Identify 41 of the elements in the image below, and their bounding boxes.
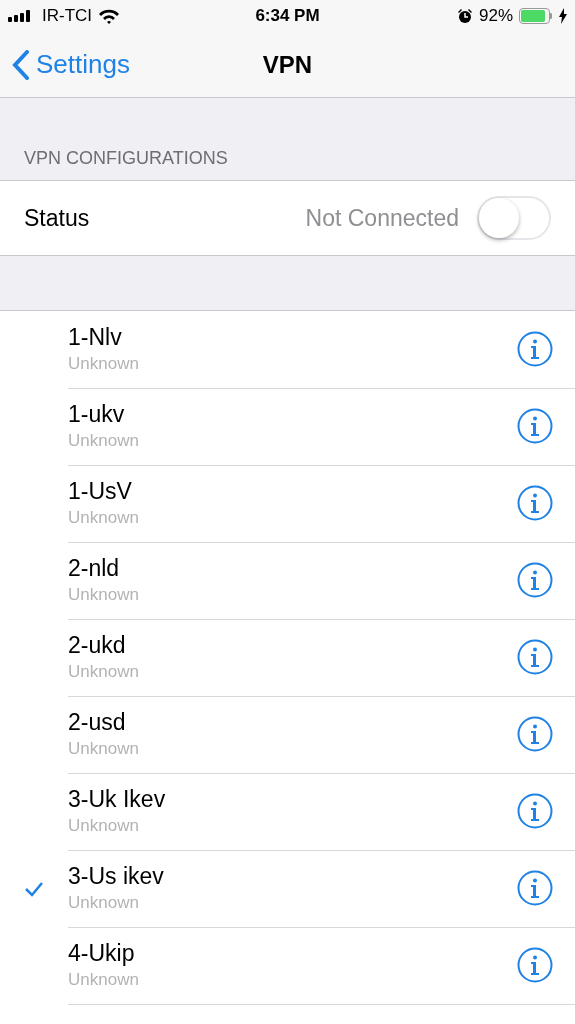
- vpn-name[interactable]: 1-Nlv: [68, 324, 517, 351]
- charging-icon: [559, 8, 567, 24]
- vpn-state: Unknown: [68, 816, 140, 836]
- info-icon[interactable]: [517, 870, 553, 906]
- vpn-state: Unknown: [68, 354, 140, 374]
- alarm-clock-icon: [456, 8, 473, 24]
- battery-percent: 92%: [478, 6, 513, 26]
- status-label: Status: [24, 204, 90, 232]
- vpn-name[interactable]: 2-usd: [68, 709, 517, 736]
- info-icon[interactable]: [517, 408, 553, 444]
- info-icon[interactable]: [517, 947, 553, 983]
- toggle-switch[interactable]: [477, 196, 551, 240]
- vpn-name[interactable]: 1-ukv: [68, 401, 517, 428]
- vpn-name[interactable]: 2-nld: [68, 555, 517, 582]
- info-icon[interactable]: [517, 793, 553, 829]
- info-icon[interactable]: [517, 562, 553, 598]
- vpn-state: Unknown: [68, 970, 140, 990]
- page-title: VPN: [262, 50, 313, 78]
- vpn-name[interactable]: 2-ukd: [68, 632, 517, 659]
- info-icon[interactable]: [517, 639, 553, 675]
- clock-time: 6:34 PM: [255, 6, 320, 26]
- back-chevron-icon: [12, 49, 30, 80]
- status-value: Not Connected: [305, 204, 459, 232]
- vpn-state: Unknown: [68, 431, 140, 451]
- info-icon[interactable]: [517, 331, 553, 367]
- vpn-state: Unknown: [68, 893, 140, 913]
- vpn-name[interactable]: 1-UsV: [68, 478, 517, 505]
- battery-icon: [519, 8, 553, 24]
- info-icon[interactable]: [517, 716, 553, 752]
- vpn-name[interactable]: 4-Ukip: [68, 940, 517, 967]
- vpn-state: Unknown: [68, 508, 140, 528]
- info-icon[interactable]: [517, 485, 553, 521]
- back-button[interactable]: Settings: [0, 49, 130, 80]
- carrier-name: IR-TCI: [42, 6, 93, 26]
- section-header: VPN CONFIGURATIONS: [23, 148, 229, 170]
- vpn-state: Unknown: [68, 585, 140, 605]
- vpn-state: Unknown: [68, 662, 140, 682]
- vpn-name[interactable]: 3-Uk Ikev: [68, 786, 517, 813]
- wifi-icon: [98, 8, 121, 24]
- vpn-state: Unknown: [68, 739, 140, 759]
- vpn-name[interactable]: 3-Us ikev: [68, 863, 517, 890]
